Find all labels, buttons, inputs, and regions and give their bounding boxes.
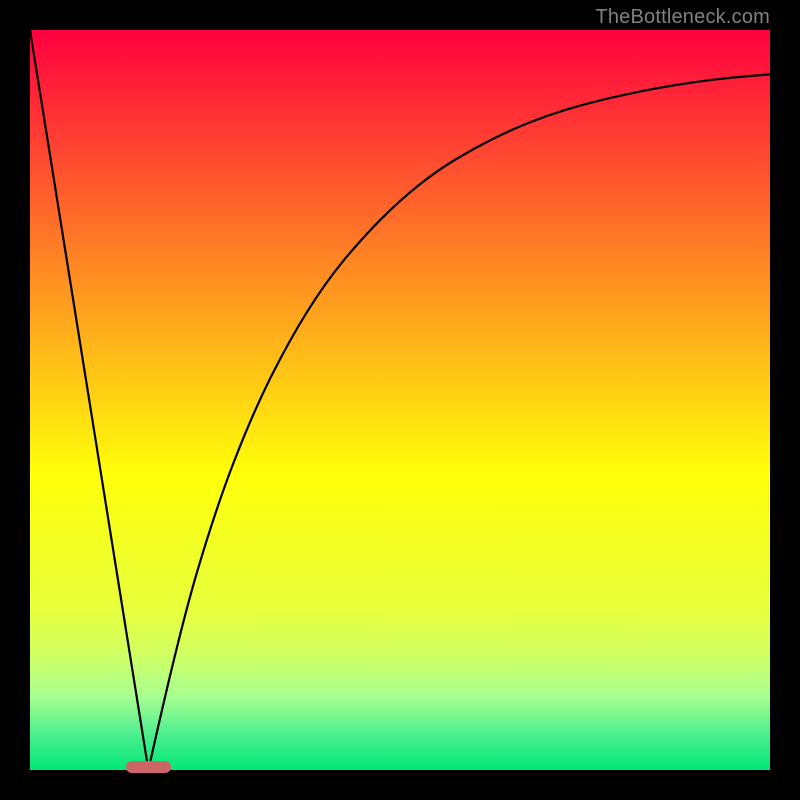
- left-curve-path: [30, 30, 148, 770]
- chart-plot-area: [30, 30, 770, 770]
- chart-curves: [30, 30, 770, 770]
- bottleneck-marker: [126, 761, 170, 773]
- watermark-text: TheBottleneck.com: [595, 6, 770, 29]
- chart-frame: TheBottleneck.com: [0, 0, 800, 800]
- right-curve-path: [148, 74, 770, 770]
